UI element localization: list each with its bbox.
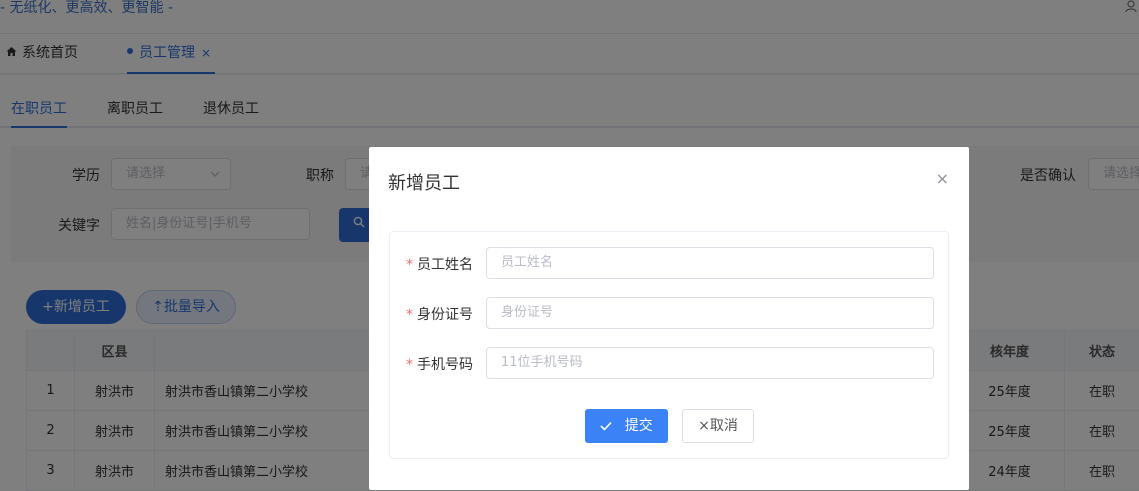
submit-label: 提交	[624, 418, 653, 434]
dialog-title: 新增员工	[388, 173, 460, 194]
phone-input[interactable]: 11位手机号码	[486, 347, 934, 379]
id-number-input[interactable]: 身份证号	[486, 297, 934, 329]
phone-label: * 手机号码	[406, 357, 473, 373]
submit-button[interactable]: 提交	[585, 409, 668, 443]
employee-name-input[interactable]: 员工姓名	[486, 247, 934, 279]
dialog-form: * 员工姓名 员工姓名 * 身份证号 身份证号 * 手机号码 11位手机号码 提交 ×…	[389, 231, 949, 459]
add-employee-dialog: 新增员工 × * 员工姓名 员工姓名 * 身份证号 身份证号 * 手机号码 11位手机…	[369, 147, 969, 490]
required-mark: *	[406, 357, 413, 373]
check-icon	[600, 418, 624, 434]
required-mark: *	[406, 257, 413, 273]
name-label: * 员工姓名	[406, 257, 473, 273]
id-label: * 身份证号	[406, 307, 473, 323]
cancel-button[interactable]: ×取消	[682, 409, 754, 443]
required-mark: *	[406, 307, 413, 323]
phone-placeholder: 11位手机号码	[501, 355, 583, 370]
id-number-placeholder: 身份证号	[501, 305, 554, 320]
close-icon[interactable]: ×	[936, 169, 949, 188]
employee-name-placeholder: 员工姓名	[501, 255, 554, 270]
